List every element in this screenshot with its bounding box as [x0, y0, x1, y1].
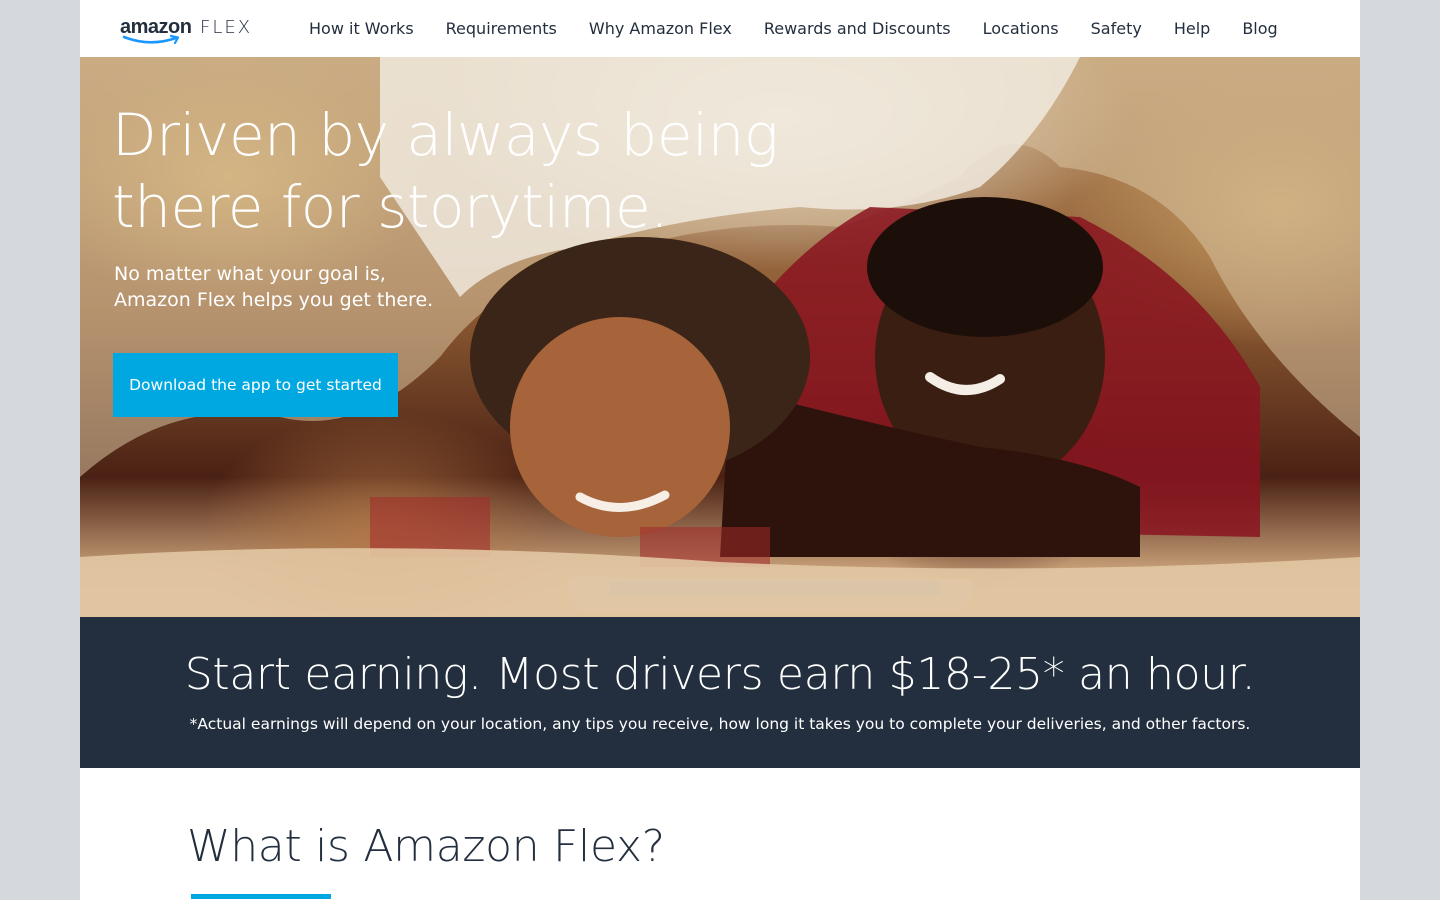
nav-safety[interactable]: Safety	[1091, 19, 1142, 38]
nav-blog[interactable]: Blog	[1242, 19, 1277, 38]
nav-help[interactable]: Help	[1174, 19, 1210, 38]
hero-title-line-2: there for storytime.	[112, 173, 669, 241]
nav-requirements[interactable]: Requirements	[446, 19, 557, 38]
hero-title: Driven by always being there for storyti…	[112, 99, 792, 243]
hero-title-line-1: Driven by always being	[112, 101, 779, 169]
nav-locations[interactable]: Locations	[983, 19, 1059, 38]
hero-subtitle-line-1: No matter what your goal is,	[114, 263, 386, 285]
nav-rewards-and-discounts[interactable]: Rewards and Discounts	[764, 19, 951, 38]
hero-banner: Driven by always being there for storyti…	[80, 57, 1360, 617]
amazon-smile-icon	[122, 34, 180, 45]
earnings-disclaimer: *Actual earnings will depend on your loc…	[189, 715, 1251, 733]
site-header: amazon FLEX How it Works Requirements Wh…	[80, 0, 1360, 57]
hero-subtitle: No matter what your goal is, Amazon Flex…	[114, 261, 534, 313]
earnings-banner: Start earning. Most drivers earn $18-25*…	[80, 617, 1360, 768]
heading-underline-accent	[191, 894, 331, 899]
page: amazon FLEX How it Works Requirements Wh…	[80, 0, 1360, 900]
amazon-flex-logo[interactable]: amazon FLEX	[120, 16, 270, 48]
main-nav: How it Works Requirements Why Amazon Fle…	[309, 0, 1310, 57]
earnings-headline: Start earning. Most drivers earn $18-25*…	[184, 649, 1256, 700]
download-app-button[interactable]: Download the app to get started	[113, 353, 398, 417]
nav-why-amazon-flex[interactable]: Why Amazon Flex	[589, 19, 732, 38]
nav-how-it-works[interactable]: How it Works	[309, 19, 414, 38]
logo-flex-text: FLEX	[200, 17, 253, 38]
what-is-heading: What is Amazon Flex?	[187, 821, 665, 872]
hero-subtitle-line-2: Amazon Flex helps you get there.	[114, 289, 434, 311]
